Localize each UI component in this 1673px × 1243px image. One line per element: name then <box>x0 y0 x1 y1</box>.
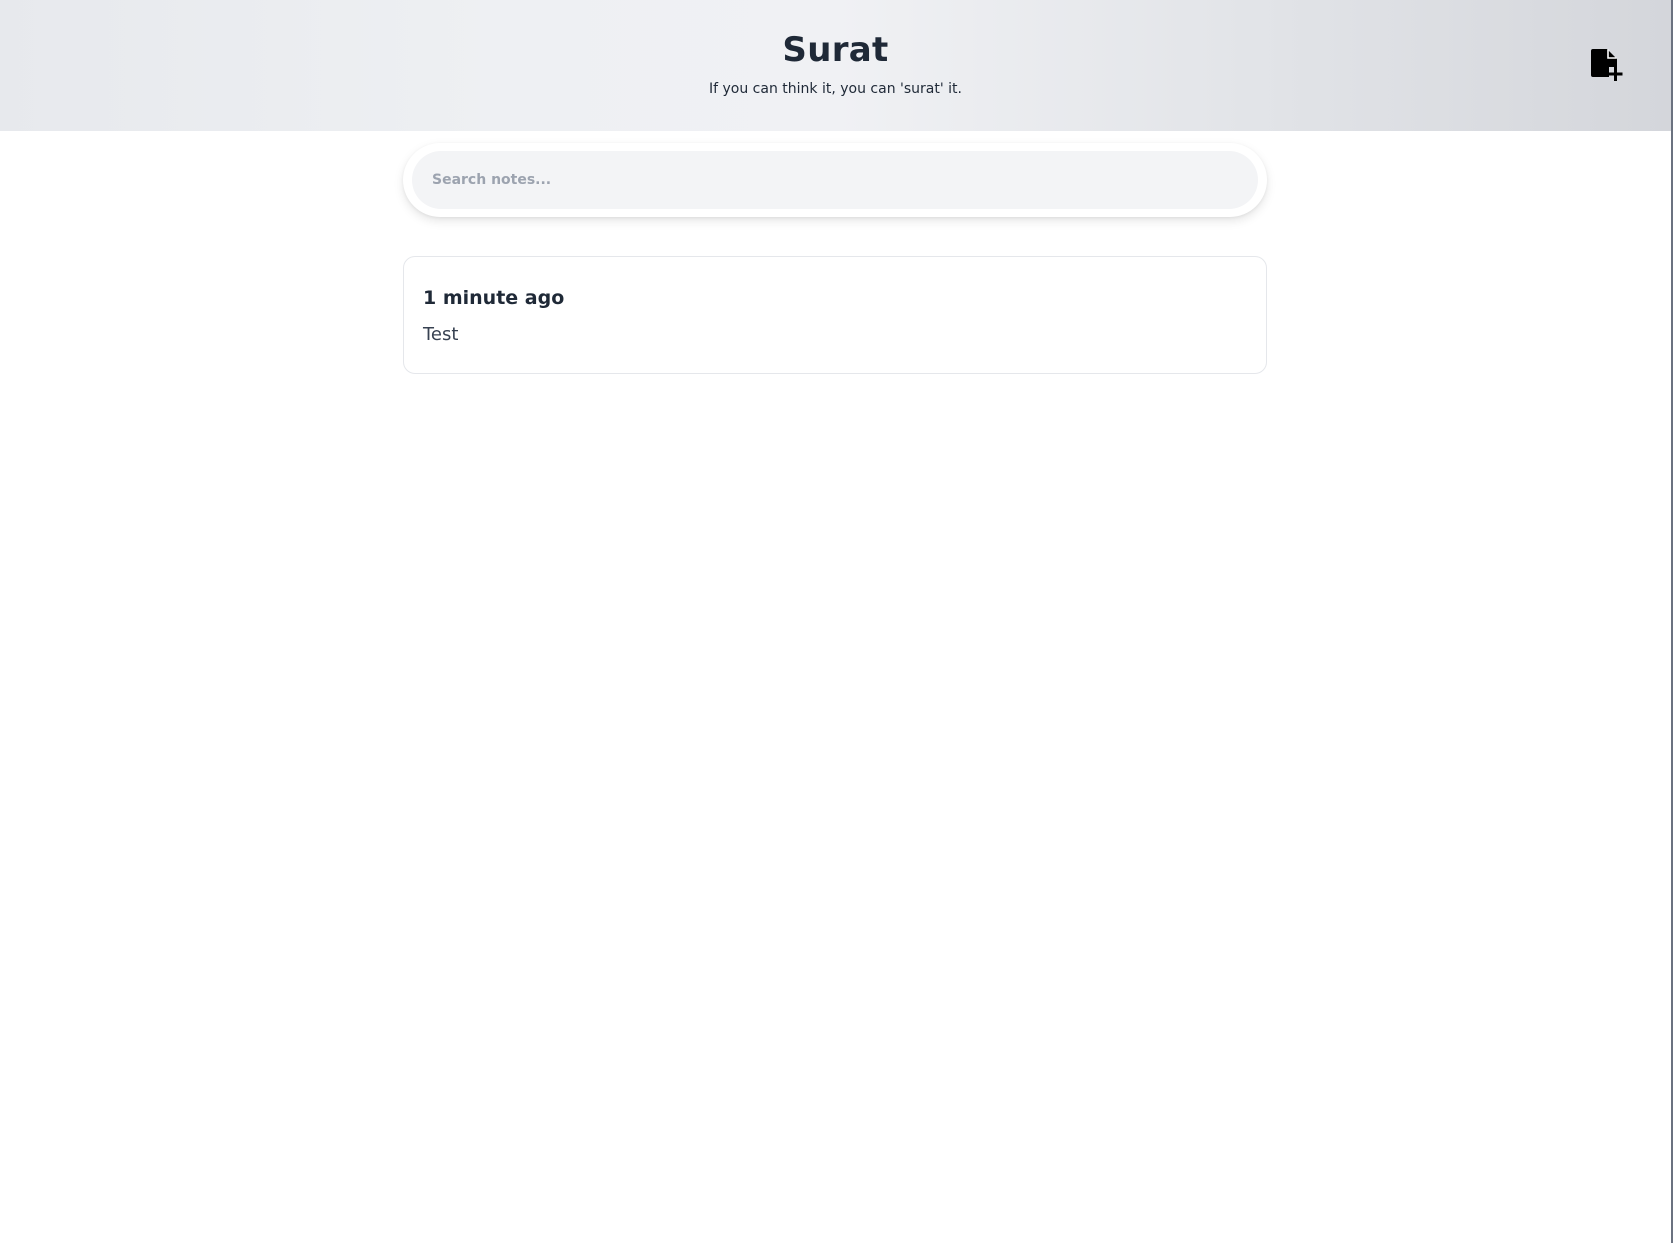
new-note-button[interactable] <box>1589 47 1623 83</box>
app-title: Surat <box>782 30 889 70</box>
search-container <box>403 143 1267 217</box>
app-tagline: If you can think it, you can 'surat' it. <box>709 81 962 97</box>
notes-list: 1 minute ago Test <box>403 256 1267 374</box>
note-card[interactable]: 1 minute ago Test <box>403 256 1267 374</box>
app-window: Surat If you can think it, you can 'sura… <box>0 0 1673 1243</box>
file-plus-icon <box>1591 49 1623 81</box>
search-input[interactable] <box>412 151 1258 209</box>
page-header: Surat If you can think it, you can 'sura… <box>0 0 1671 131</box>
note-content: Test <box>423 324 459 345</box>
note-timestamp: 1 minute ago <box>423 287 565 309</box>
